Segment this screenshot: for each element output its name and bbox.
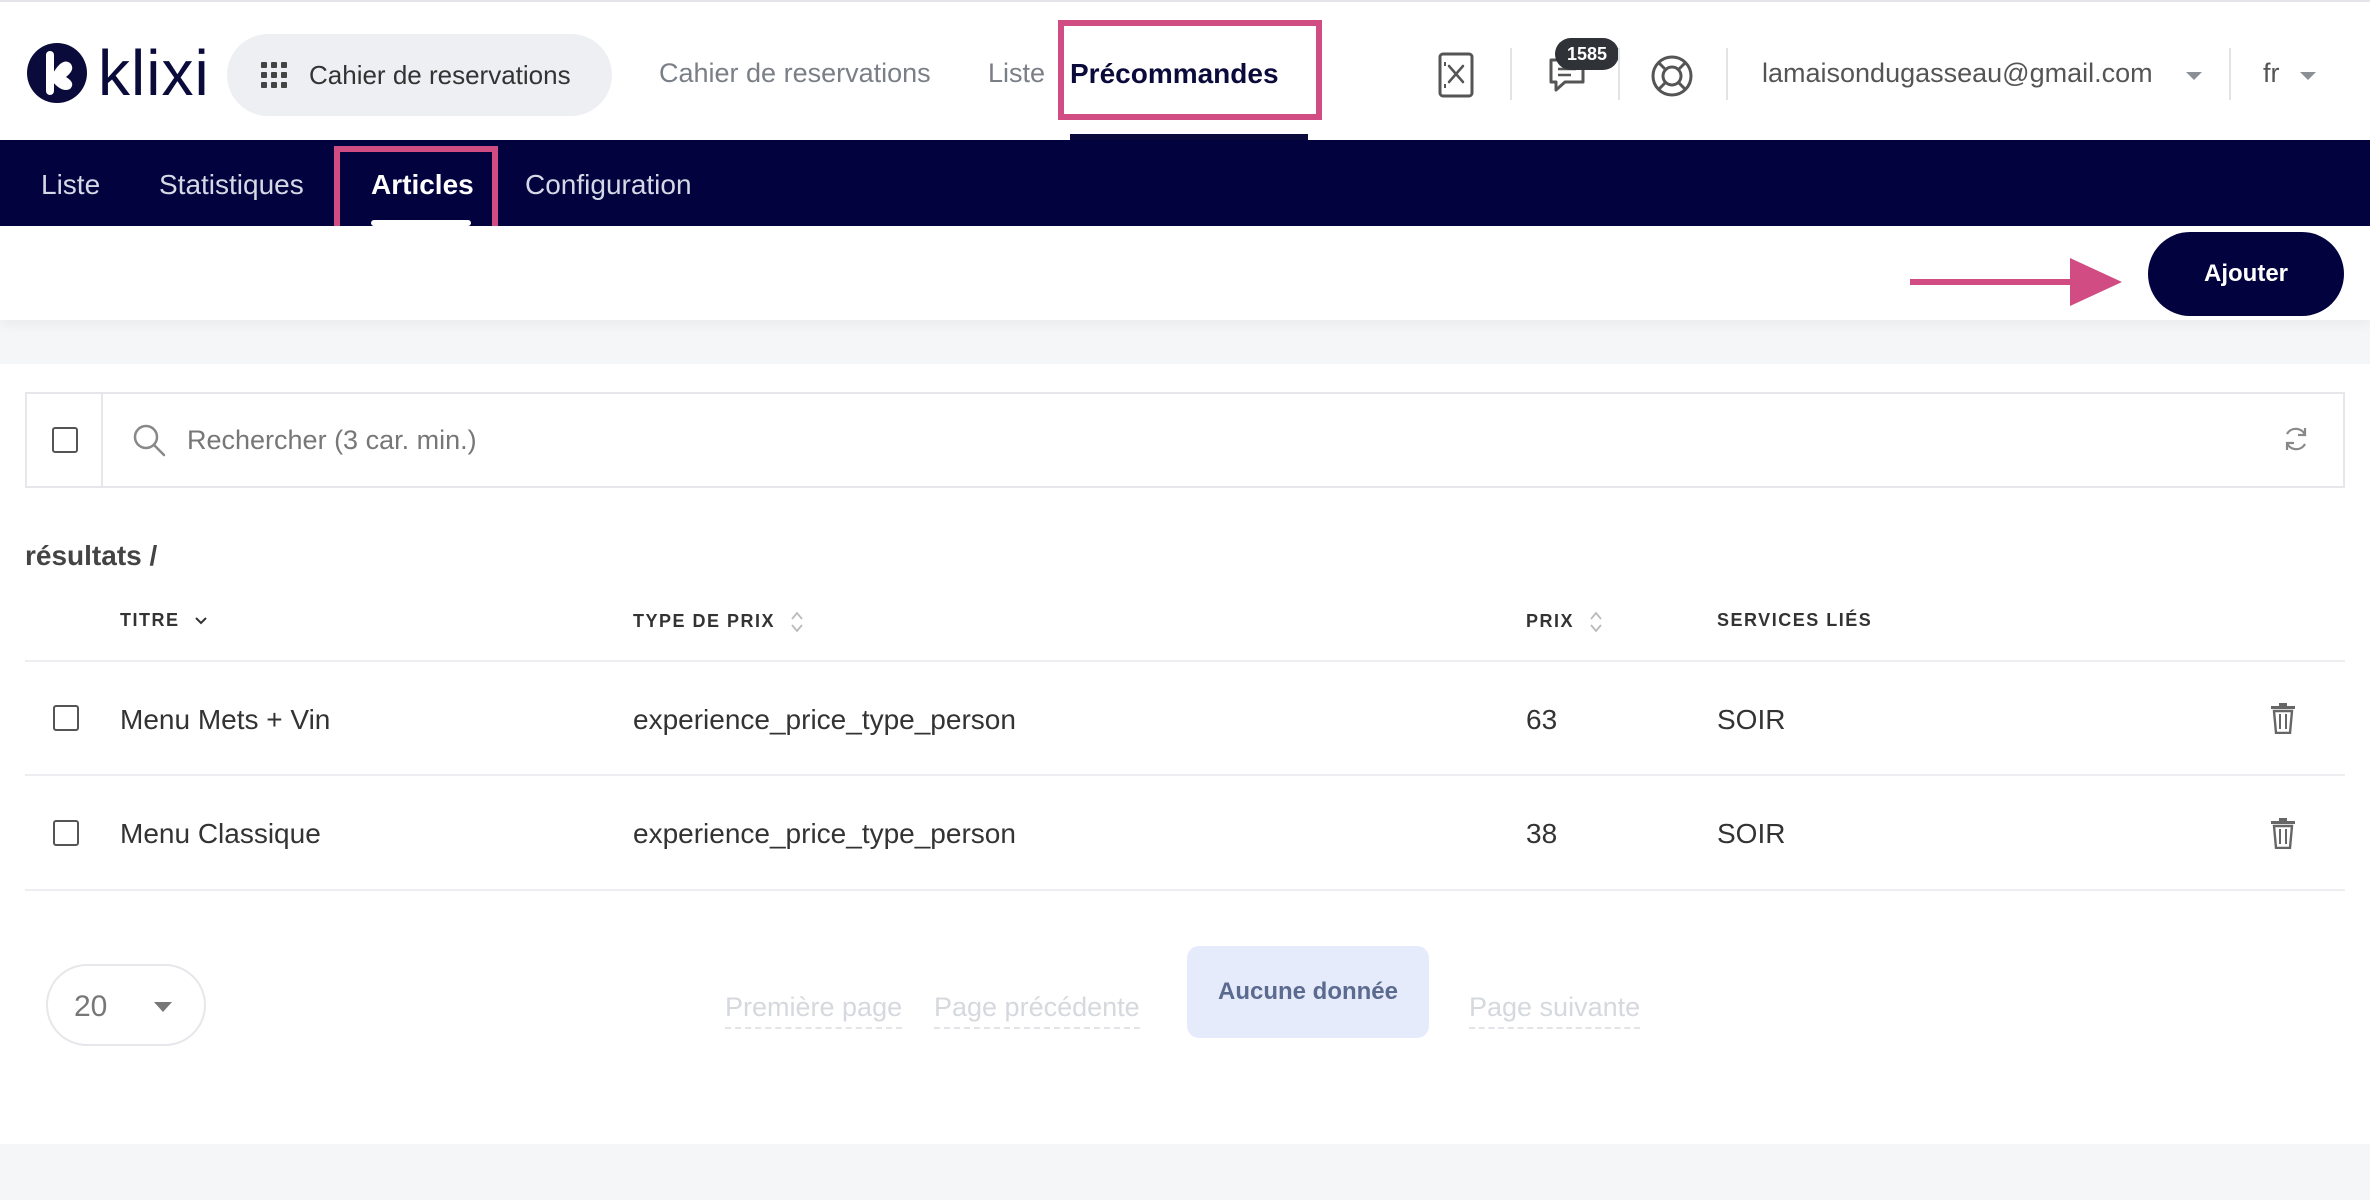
table-cell-services: SOIR	[1717, 704, 1786, 735]
divider	[1510, 48, 1512, 100]
column-header-type-de-prix[interactable]: TYPE DE PRIX	[633, 610, 804, 634]
table-cell-price: 63	[1526, 704, 1558, 735]
column-header-services-lies: SERVICES LIÉS	[1717, 610, 1873, 630]
user-menu-chevron-down-icon[interactable]	[2186, 72, 2202, 80]
menu-book-icon[interactable]	[1437, 52, 1475, 98]
select-all-checkbox[interactable]	[52, 427, 78, 453]
app-switcher-label: Cahier de reservations	[309, 59, 571, 90]
column-header-titre[interactable]: TITRE	[120, 610, 208, 631]
sort-descending-icon	[195, 617, 207, 625]
column-header-label: TITRE	[120, 610, 180, 630]
delete-trash-icon[interactable]	[2270, 702, 2296, 734]
page-size-select[interactable]: 20	[46, 964, 206, 1046]
column-header-label: TYPE DE PRIX	[633, 610, 776, 631]
subnav-statistiques[interactable]: Statistiques	[159, 169, 304, 201]
search-input[interactable]	[187, 416, 2187, 464]
page-size-value: 20	[74, 990, 108, 1023]
table-cell-price-type: experience_price_type_person	[633, 704, 1016, 735]
select-all-cell	[27, 394, 103, 486]
row-divider	[25, 660, 2345, 662]
next-page-link[interactable]: Page suivante	[1469, 992, 1641, 1029]
help-lifebuoy-icon[interactable]	[1650, 54, 1694, 98]
subnav-configuration[interactable]: Configuration	[525, 169, 692, 201]
row-checkbox[interactable]	[53, 705, 79, 731]
row-divider	[25, 889, 2345, 891]
sort-icon	[790, 611, 803, 633]
divider	[2229, 48, 2231, 100]
first-page-link[interactable]: Première page	[725, 992, 903, 1029]
row-divider	[25, 774, 2345, 776]
row-checkbox[interactable]	[53, 820, 79, 846]
arrow-pointer-icon	[1910, 258, 2122, 306]
messages-count-badge: 1585	[1555, 38, 1620, 70]
column-header-label: PRIX	[1526, 610, 1575, 631]
delete-trash-icon[interactable]	[2270, 817, 2296, 849]
apps-grid-icon	[261, 62, 287, 88]
divider	[1618, 48, 1620, 100]
language-selector[interactable]: fr	[2263, 58, 2280, 89]
subnav-liste[interactable]: Liste	[41, 169, 100, 201]
app-switcher-button[interactable]: Cahier de reservations	[227, 34, 612, 116]
nav-cahier-de-reservations[interactable]: Cahier de reservations	[659, 58, 931, 89]
search-bar	[25, 392, 2345, 488]
brand-name: klixi	[98, 37, 210, 109]
table-cell-title[interactable]: Menu Classique	[120, 818, 321, 850]
previous-page-link[interactable]: Page précédente	[934, 992, 1140, 1029]
results-count-label: résultats /	[25, 540, 158, 571]
klixi-logo[interactable]: klixi	[26, 37, 210, 109]
page-size-chevron-down-icon	[154, 1002, 172, 1012]
top-bar: klixi Cahier de reservations Cahier de r…	[0, 0, 2370, 142]
current-page-indicator: Aucune donnée	[1187, 946, 1429, 1038]
nav-liste[interactable]: Liste	[988, 58, 1045, 89]
klixi-logo-icon	[27, 43, 87, 103]
table-cell-services: SOIR	[1717, 818, 1786, 849]
language-chevron-down-icon[interactable]	[2300, 72, 2316, 80]
search-icon	[133, 424, 166, 457]
table-cell-price-type: experience_price_type_person	[633, 818, 1016, 849]
sort-icon	[1589, 611, 1602, 633]
column-header-prix[interactable]: PRIX	[1526, 610, 1603, 634]
page-footer-background	[0, 1144, 2370, 1200]
table-cell-price: 38	[1526, 818, 1558, 849]
table-cell-title[interactable]: Menu Mets + Vin	[120, 704, 330, 736]
divider	[1726, 48, 1728, 100]
add-button[interactable]: Ajouter	[2148, 232, 2344, 316]
user-email-menu[interactable]: lamaisondugasseau@gmail.com	[1762, 58, 2153, 89]
refresh-icon[interactable]	[2281, 424, 2311, 454]
highlight-box-precommandes	[1058, 20, 1322, 120]
